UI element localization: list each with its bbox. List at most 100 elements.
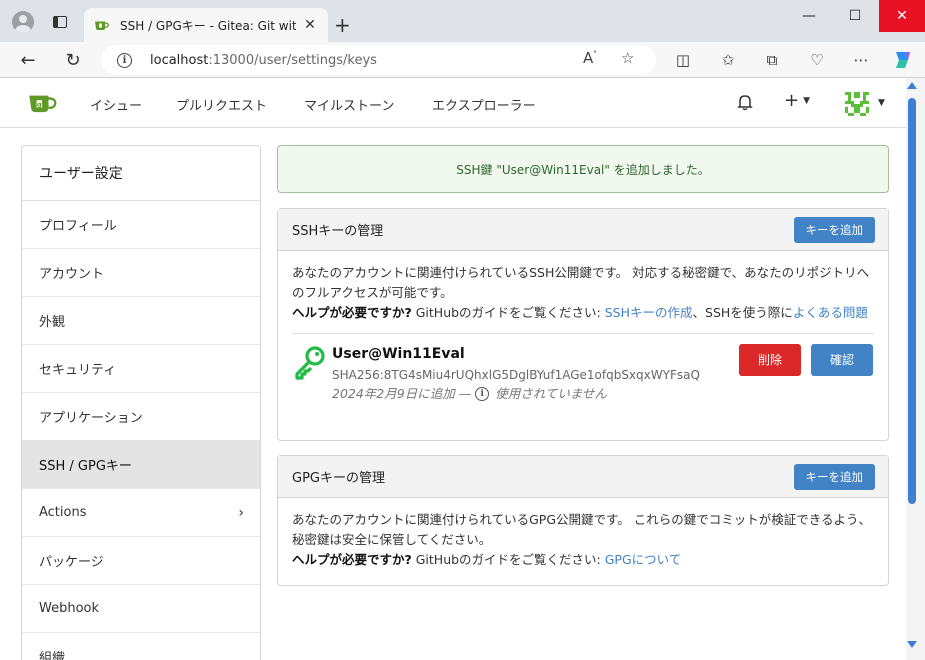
- sidebar-item-packages[interactable]: パッケージ: [22, 537, 260, 585]
- sidebar-item-label: SSH / GPGキー: [39, 459, 132, 474]
- ssh-help-bold: ヘルプが必要ですか?: [292, 305, 412, 320]
- gitea-favicon-icon: [95, 21, 109, 30]
- ssh-keys-panel: SSHキーの管理 キーを追加 あなたのアカウントに関連付けられているSSH公開鍵…: [277, 208, 889, 441]
- sidebar-item-label: プロフィール: [39, 219, 117, 234]
- sidebar-item-webhook[interactable]: Webhook: [22, 585, 260, 633]
- collections-icon[interactable]: ⧉: [760, 48, 784, 72]
- ssh-description: あなたのアカウントに関連付けられているSSH公開鍵です。 対応する秘密鍵で、あな…: [292, 265, 870, 300]
- plus-icon: +: [784, 90, 800, 111]
- ssh-panel-title: SSHキーの管理: [292, 224, 384, 239]
- back-arrow-icon[interactable]: ←: [16, 48, 40, 72]
- notification-bell-icon[interactable]: [736, 93, 754, 111]
- ssh-key-meta: 2024年2月9日に追加 — i 使用されていません: [332, 384, 607, 404]
- settings-sidebar: ユーザー設定 プロフィール アカウント 外観 セキュリティ アプリケーション S…: [21, 145, 261, 660]
- nav-pull-requests[interactable]: プルリクエスト: [176, 95, 267, 114]
- copilot-logo-icon: [896, 52, 910, 68]
- maximize-button[interactable]: ☐: [832, 0, 878, 32]
- gitea-header: g イシュー プルリクエスト マイルストーン エクスプローラー + ▼ ▼: [0, 78, 906, 128]
- nav-milestones[interactable]: マイルストーン: [304, 95, 394, 114]
- dropdown-caret-icon: ▼: [803, 96, 811, 106]
- url-host: localhost: [150, 52, 209, 68]
- split-screen-icon[interactable]: ◫: [671, 48, 695, 72]
- gpg-description: あなたのアカウントに関連付けられているGPG公開鍵です。 これらの鍵でコミットが…: [292, 512, 872, 547]
- ssh-key-fingerprint: SHA256:8TG4sMiu4rUQhxlG5DglBYuf1AGe1ofqb…: [332, 368, 700, 382]
- refresh-icon[interactable]: ↻: [61, 48, 85, 72]
- verify-key-button[interactable]: 確認: [811, 344, 873, 376]
- sidebar-item-ssh-gpg-keys[interactable]: SSH / GPGキー: [22, 441, 260, 489]
- tab-title: SSH / GPGキー - Gitea: Git with a cup of t…: [120, 18, 296, 33]
- sidebar-item-label: Webhook: [39, 601, 100, 616]
- copilot-icon[interactable]: [890, 48, 914, 72]
- gpg-panel-header: GPGキーの管理 キーを追加: [278, 456, 888, 498]
- sidebar-item-label: アプリケーション: [39, 411, 143, 426]
- sidebar-header: ユーザー設定: [22, 146, 260, 201]
- browser-essentials-icon[interactable]: ♡: [805, 48, 829, 72]
- gpg-help-guide: GitHubのガイドをご覧ください:: [411, 552, 605, 567]
- sidebar-item-profile[interactable]: プロフィール: [22, 201, 260, 249]
- sidebar-item-label: 外観: [39, 315, 66, 330]
- avatar-caret-icon[interactable]: ▼: [878, 98, 885, 108]
- minimize-button[interactable]: —: [786, 0, 832, 32]
- delete-key-button[interactable]: 削除: [739, 344, 801, 376]
- ssh-panel-body: あなたのアカウントに関連付けられているSSH公開鍵です。 対応する秘密鍵で、あな…: [278, 251, 888, 419]
- gpg-panel-title: GPGキーの管理: [292, 471, 385, 486]
- browser-profile-icon[interactable]: [12, 11, 34, 33]
- nav-issues[interactable]: イシュー: [90, 95, 142, 114]
- sidebar-item-label: パッケージ: [39, 555, 104, 570]
- chevron-right-icon: ›: [238, 504, 244, 521]
- gpg-panel-body: あなたのアカウントに関連付けられているGPG公開鍵です。 これらの鍵でコミットが…: [278, 498, 888, 582]
- ssh-key-usage: 使用されていません: [495, 386, 607, 401]
- browser-toolbar: ← ↻ i localhost:13000/user/settings/keys…: [0, 42, 925, 78]
- close-window-button[interactable]: ✕: [879, 0, 925, 32]
- new-tab-button[interactable]: +: [334, 13, 351, 37]
- sidebar-item-label: セキュリティ: [39, 363, 117, 378]
- tab-actions-icon[interactable]: [53, 16, 67, 28]
- sidebar-item-applications[interactable]: アプリケーション: [22, 393, 260, 441]
- site-info-icon[interactable]: i: [117, 52, 132, 68]
- ssh-help-mid: 、SSHを使う際に: [692, 305, 793, 320]
- sidebar-item-security[interactable]: セキュリティ: [22, 345, 260, 393]
- address-bar[interactable]: i localhost:13000/user/settings/keys Aʺ …: [101, 45, 656, 75]
- scroll-down-arrow-icon[interactable]: [907, 641, 917, 648]
- ssh-common-issues-link[interactable]: よくある問題: [793, 305, 868, 320]
- url-path: :13000/user/settings/keys: [208, 52, 377, 68]
- sidebar-item-label: Actions: [39, 505, 87, 520]
- page-scrollbar[interactable]: [906, 78, 925, 660]
- success-flash-message: SSH鍵 "User@Win11Eval" を追加しました。: [277, 145, 889, 193]
- scroll-up-arrow-icon[interactable]: [907, 82, 917, 89]
- gpg-help-bold: ヘルプが必要ですか?: [292, 552, 412, 567]
- ssh-key-row: User@Win11Eval SHA256:8TG4sMiu4rUQhxlG5D…: [292, 333, 874, 407]
- browser-titlebar: SSH / GPGキー - Gitea: Git with a cup of t…: [0, 0, 925, 42]
- gpg-help-text: ヘルプが必要ですか? GitHubのガイドをご覧ください: GPGについて: [292, 550, 874, 570]
- ssh-key-added-date: 2024年2月9日に追加 —: [332, 386, 472, 401]
- sidebar-item-label: 組織: [39, 651, 66, 660]
- browser-tab[interactable]: SSH / GPGキー - Gitea: Git with a cup of t…: [84, 8, 328, 42]
- sidebar-item-appearance[interactable]: 外観: [22, 297, 260, 345]
- nav-explore[interactable]: エクスプローラー: [432, 95, 536, 114]
- ssh-help-text: ヘルプが必要ですか? GitHubのガイドをご覧ください: SSHキーの作成、S…: [292, 303, 874, 323]
- create-new-menu[interactable]: + ▼: [784, 90, 810, 111]
- info-icon: i: [475, 387, 490, 401]
- tab-close-icon[interactable]: ✕: [302, 17, 318, 33]
- ssh-panel-header: SSHキーの管理 キーを追加: [278, 209, 888, 251]
- sidebar-item-organizations[interactable]: 組織: [22, 633, 260, 660]
- sidebar-item-account[interactable]: アカウント: [22, 249, 260, 297]
- sidebar-item-label: アカウント: [39, 267, 105, 282]
- ssh-help-guide: GitHubのガイドをご覧ください:: [411, 305, 605, 320]
- extensions-icon[interactable]: ⋯: [849, 48, 873, 72]
- favorites-icon[interactable]: ✩: [716, 48, 740, 72]
- add-ssh-key-button[interactable]: キーを追加: [793, 217, 875, 243]
- sidebar-item-actions[interactable]: Actions ›: [22, 489, 260, 537]
- svg-text:g: g: [37, 101, 42, 109]
- favorite-star-icon[interactable]: ☆: [621, 49, 634, 67]
- add-gpg-key-button[interactable]: キーを追加: [793, 464, 875, 490]
- read-aloud-icon[interactable]: Aʺ: [583, 49, 597, 67]
- gpg-about-link[interactable]: GPGについて: [605, 552, 682, 567]
- gitea-logo-icon[interactable]: g: [28, 92, 58, 114]
- key-icon: [295, 346, 325, 380]
- gpg-keys-panel: GPGキーの管理 キーを追加 あなたのアカウントに関連付けられているGPG公開鍵…: [277, 455, 889, 586]
- user-avatar[interactable]: [845, 92, 869, 116]
- ssh-key-name: User@Win11Eval: [332, 346, 465, 362]
- scrollbar-thumb[interactable]: [908, 98, 916, 504]
- ssh-create-key-link[interactable]: SSHキーの作成: [605, 305, 693, 320]
